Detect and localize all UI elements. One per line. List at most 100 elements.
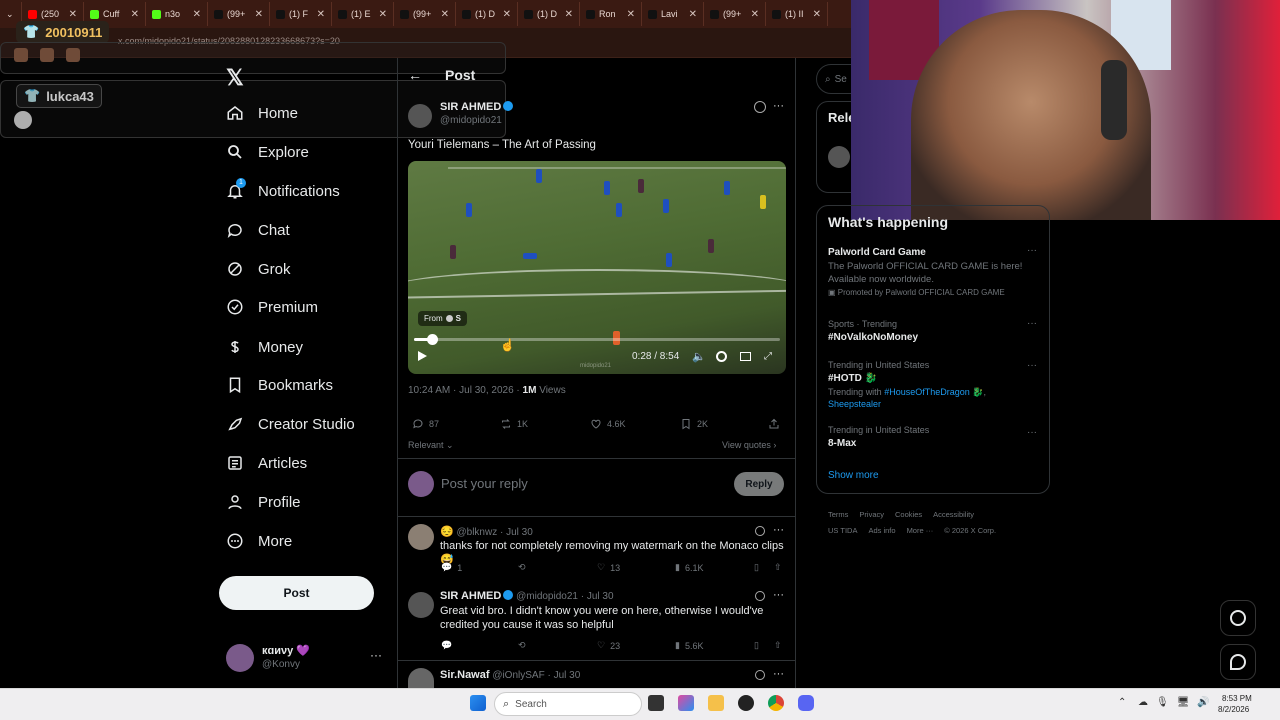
browser-tab[interactable]: Ron ✕ (580, 2, 642, 26)
author-handle[interactable]: @midopido21 (440, 115, 502, 126)
grok-icon[interactable] (755, 526, 765, 536)
nav-item-money[interactable]: Money (226, 332, 303, 362)
share-stat[interactable] (768, 418, 780, 430)
more-dots-icon[interactable]: ··· (1027, 318, 1037, 329)
related-term[interactable]: Sheepstealer (828, 399, 881, 409)
browser-tab[interactable]: (1) D ✕ (456, 2, 518, 26)
reply-handle[interactable]: @iOnlySAF (492, 670, 544, 681)
account-switcher[interactable]: кɑиνу 💜 @Konvy ··· (226, 642, 386, 676)
browser-tab[interactable]: (1) II ✕ (766, 2, 828, 26)
view-quotes-link[interactable]: View quotes › (722, 440, 776, 450)
close-icon[interactable]: ✕ (317, 9, 325, 20)
reply-avatar[interactable] (408, 524, 434, 550)
reply-share-stat[interactable]: ⇧ (774, 640, 782, 651)
reply-bookmark-stat[interactable]: ▯ (754, 640, 759, 651)
trend-item[interactable]: Trending in United States 8-Max (828, 425, 1028, 449)
like-stat[interactable]: 4.6K (590, 418, 626, 430)
more-dots-icon[interactable]: ··· (370, 648, 382, 662)
footer-link[interactable]: Ads info (868, 526, 895, 535)
reply-bookmark-stat[interactable]: ▯ (754, 562, 759, 573)
reply-date[interactable]: · Jul 30 (581, 591, 614, 602)
browser-tab[interactable]: (99+ ✕ (394, 2, 456, 26)
nav-item-explore[interactable]: Explore (226, 137, 309, 167)
related-hashtag[interactable]: #HouseOfTheDragon (884, 387, 970, 397)
close-icon[interactable]: ✕ (255, 9, 263, 20)
nav-item-grok[interactable]: Grok (226, 254, 291, 284)
windows-start-icon[interactable] (470, 695, 486, 711)
pip-icon[interactable] (740, 352, 751, 361)
nav-item-home[interactable]: Home (226, 98, 298, 128)
reply-button[interactable]: Reply (734, 472, 784, 496)
author-avatar[interactable] (408, 104, 432, 128)
reply-repost-stat[interactable]: ⟲ (518, 562, 526, 573)
copilot-icon[interactable] (678, 695, 694, 711)
close-icon[interactable]: ✕ (503, 9, 511, 20)
nav-item-bookmarks[interactable]: Bookmarks (226, 370, 333, 400)
nav-item-chat[interactable]: Chat (226, 215, 290, 245)
footer-link[interactable]: Cookies (895, 510, 922, 519)
close-icon[interactable]: ✕ (751, 9, 759, 20)
fullscreen-icon[interactable]: ⤢ (764, 351, 772, 362)
repost-stat[interactable]: 1K (500, 418, 528, 430)
show-more-link[interactable]: Show more (828, 470, 879, 481)
nav-item-more[interactable]: More (226, 526, 292, 556)
taskbar-search[interactable]: ⌕ Search (494, 692, 642, 716)
grok-floating-button[interactable] (1220, 600, 1256, 636)
browser-tab[interactable]: Lavi ✕ (642, 2, 704, 26)
nav-item-creator-studio[interactable]: Creator Studio (226, 409, 355, 439)
video-player[interactable]: From S 0:28 / 8:54 🔈 ⤢ midopido21 (408, 161, 786, 374)
tray-icons[interactable]: ☁🎙🖥🔊 (1138, 697, 1218, 708)
video-progress-track[interactable] (414, 334, 780, 345)
browser-tab[interactable]: (1) E ✕ (332, 2, 394, 26)
volume-icon[interactable]: 🔈 (692, 350, 706, 363)
reply-like-stat[interactable]: ♡ 13 (597, 562, 620, 573)
reply-share-stat[interactable]: ⇧ (774, 562, 782, 573)
footer-link[interactable]: Terms (828, 510, 848, 519)
close-icon[interactable]: ✕ (69, 9, 77, 20)
browser-tab[interactable]: (1) D ✕ (518, 2, 580, 26)
clock-date[interactable]: 8/2/2026 (1218, 705, 1249, 714)
more-dots-icon[interactable]: ··· (773, 524, 784, 536)
close-icon[interactable]: ✕ (193, 9, 201, 20)
more-dots-icon[interactable]: ··· (773, 589, 784, 601)
reply-stat[interactable]: 87 (412, 418, 439, 430)
relevant-avatar[interactable] (828, 146, 850, 168)
close-icon[interactable]: ✕ (813, 9, 821, 20)
trend-item[interactable]: Trending in United States #HOTD 🐉 Trendi… (828, 360, 1028, 410)
reply-author[interactable]: SIR AHMED (440, 590, 501, 602)
reply-author[interactable]: 😔 (440, 526, 454, 538)
play-icon[interactable] (418, 351, 427, 361)
reply-views-stat[interactable]: ▮ 6.1K (675, 562, 703, 573)
reply-reply-stat[interactable]: 💬 1 (441, 562, 462, 573)
nav-item-notifications[interactable]: 1 Notifications (226, 176, 340, 206)
reply-handle[interactable]: @blknwz (456, 527, 497, 538)
browser-tab[interactable]: n3o ✕ (146, 2, 208, 26)
reply-date[interactable]: · Jul 30 (547, 670, 580, 681)
tray-chevron-icon[interactable]: ⌃ (1118, 697, 1126, 708)
reply-reply-stat[interactable]: 💬 (441, 640, 452, 651)
footer-link[interactable]: Privacy (859, 510, 884, 519)
x-logo[interactable]: 𝕏 (226, 65, 244, 91)
chat-floating-button[interactable] (1220, 644, 1256, 680)
close-icon[interactable]: ✕ (627, 9, 635, 20)
nav-item-articles[interactable]: Articles (226, 448, 307, 478)
reply-date[interactable]: · Jul 30 (500, 527, 533, 538)
reply-input[interactable]: Post your reply (441, 476, 721, 491)
trend-item-promoted[interactable]: Palworld Card Game The Palworld OFFICIAL… (828, 247, 1038, 297)
close-icon[interactable]: ✕ (441, 9, 449, 20)
nav-item-profile[interactable]: Profile (226, 487, 301, 517)
author-name[interactable]: SIR AHMED (440, 101, 514, 113)
settings-gear-icon[interactable] (716, 351, 727, 362)
more-dots-icon[interactable]: ··· (1027, 245, 1037, 256)
obs-icon[interactable] (738, 695, 754, 711)
browser-tab[interactable]: (99+ ✕ (208, 2, 270, 26)
bookmark-stat[interactable]: 2K (680, 418, 708, 430)
grok-icon[interactable] (755, 591, 765, 601)
grok-icon[interactable] (754, 101, 766, 113)
footer-link[interactable]: © 2026 X Corp. (944, 526, 996, 535)
reply-avatar[interactable] (408, 592, 434, 618)
footer-link[interactable]: US TIDA (828, 526, 857, 535)
footer-link[interactable]: Accessibility (933, 510, 974, 519)
reply-views-stat[interactable]: ▮ 5.6K (675, 640, 703, 651)
more-dots-icon[interactable]: ··· (1027, 360, 1037, 371)
